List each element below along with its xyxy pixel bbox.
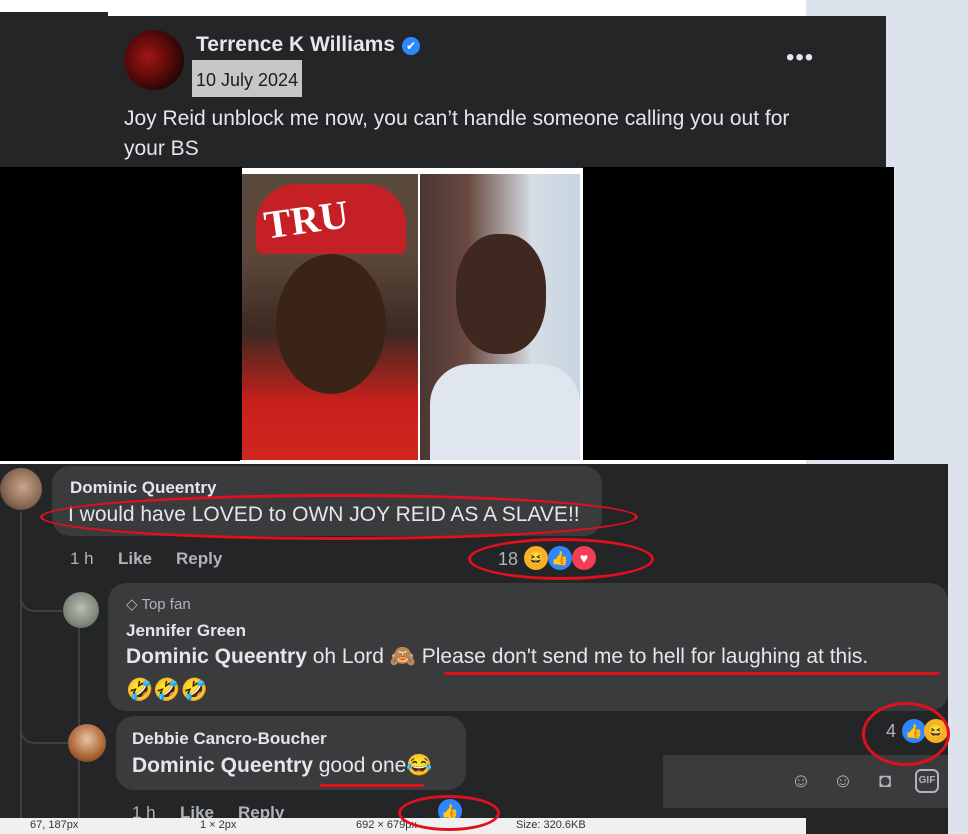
comment-emoji: 😂 [406,754,433,777]
diamond-icon: ◇ [126,596,138,613]
comment-bubble [116,716,466,790]
background-top-strip [108,0,806,16]
mention-link[interactable]: Dominic Queentry [126,645,307,668]
gif-icon[interactable]: GIF [915,769,939,793]
comment-emoji: 🤣🤣🤣 [126,677,209,702]
annotation-ring [40,494,638,540]
commenter-avatar[interactable] [68,724,106,762]
emoji-icon[interactable]: ☺ [831,769,855,793]
comment-author[interactable]: Dominic Queentry [70,478,216,498]
comment-text: Dominic Queentry oh Lord 🙈 Please don't … [126,645,868,669]
comment-text-part: oh Lord 🙈 [306,645,422,668]
thread-branch [20,716,68,744]
comment-like-button[interactable]: Like [118,549,152,569]
selection-size: 1 × 2px [200,819,237,831]
annotation-underline [444,672,940,675]
top-fan-badge: ◇ Top fan [126,595,191,613]
media-letterbox-right [583,167,894,460]
post-photo-left[interactable]: TRU [242,174,418,460]
white-shirt [430,364,580,460]
camera-icon[interactable]: ◘ [873,769,897,793]
man-face [276,254,386,394]
comment-text: Dominic Queentry good one😂 [132,754,432,778]
annotation-ring [398,795,500,831]
post-photo-right[interactable] [420,174,580,460]
comment-text-part: good one [312,754,407,777]
thread-line [20,512,22,834]
file-size: Size: 320.6KB [516,819,586,831]
cursor-position: 67, 187px [30,819,79,831]
media-letterbox-left [0,167,242,461]
mention-link[interactable]: Dominic Queentry [132,754,313,777]
post-date[interactable]: 10 July 2024 [192,60,303,97]
annotation-ring [468,538,654,580]
commenter-avatar[interactable] [0,468,42,510]
commenter-avatar[interactable] [63,592,99,628]
more-options-icon[interactable]: ••• [786,44,814,72]
comment-timestamp[interactable]: 1 h [70,549,94,569]
author-avatar[interactable] [124,30,184,90]
comment-author[interactable]: Jennifer Green [126,621,246,641]
comment-text-highlight: Please don't send me to hell for laughin… [421,645,869,668]
thread-branch [20,588,62,612]
annotation-underline [320,784,424,787]
top-fan-label: Top fan [141,596,191,613]
annotation-ring [862,702,950,766]
comment-author[interactable]: Debbie Cancro-Boucher [132,729,327,749]
comment-reply-button[interactable]: Reply [176,549,222,569]
post-text: Joy Reid unblock me now, you can’t handl… [124,107,790,160]
woman-face [456,234,546,354]
verified-badge-icon: ✔ [402,37,420,55]
background-left-panel [0,12,108,167]
post-author-name[interactable]: Terrence K Williams [196,33,395,57]
avatar-sticker-icon[interactable]: ☺ [789,769,813,793]
